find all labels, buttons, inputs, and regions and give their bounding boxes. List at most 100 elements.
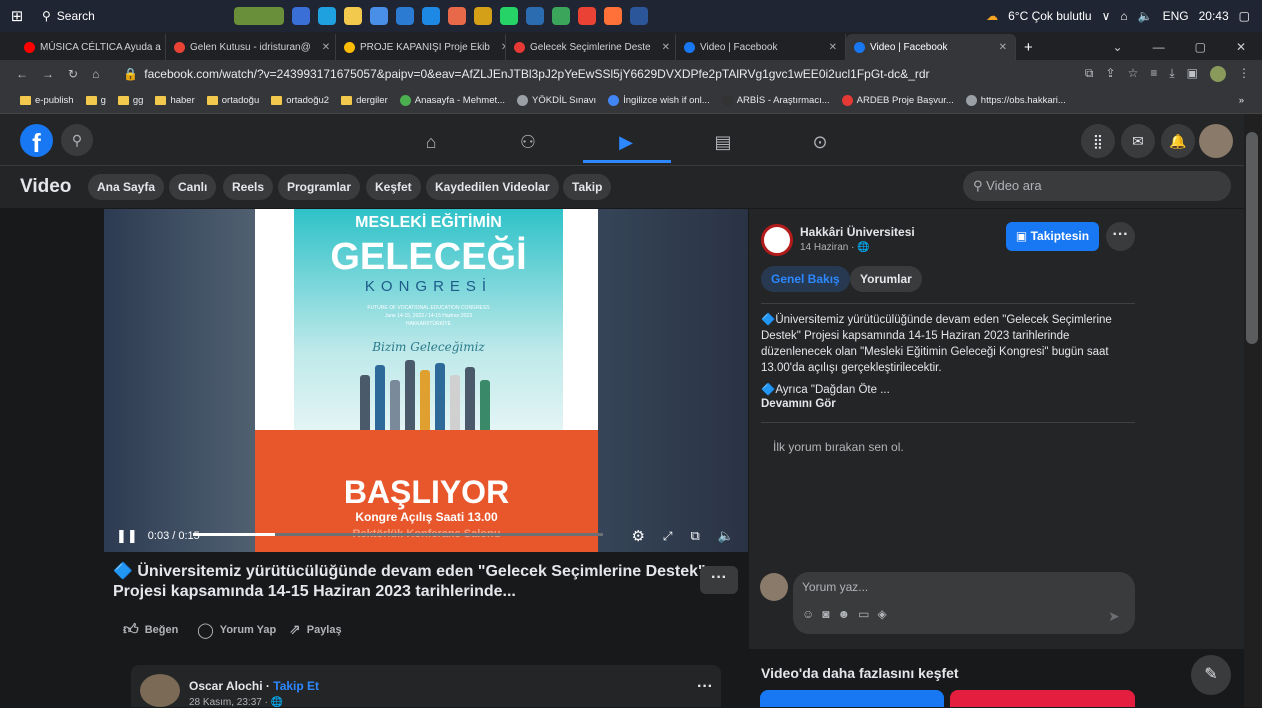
camera-icon[interactable]: ◙ (822, 607, 829, 621)
taskbar-widget-icon[interactable] (234, 7, 284, 25)
send-icon[interactable]: ➤ (1108, 608, 1120, 625)
gif-icon[interactable]: ▭ (858, 607, 869, 621)
bookmark-item[interactable]: gg (118, 95, 144, 106)
emoji-icon[interactable]: ☻ (838, 607, 851, 621)
new-tab-icon[interactable]: + (1016, 34, 1041, 60)
commenter-name[interactable]: Oscar Alochi · Takip Et (189, 679, 319, 693)
forward-icon[interactable]: → (42, 67, 54, 81)
explore-button-blue[interactable] (760, 690, 944, 707)
tab-kesfet[interactable]: Keşfet (366, 174, 421, 200)
close-window-icon[interactable]: ✕ (1236, 40, 1246, 54)
store-icon[interactable] (370, 7, 388, 25)
home-icon[interactable]: ⌂ (92, 67, 99, 81)
bookmark-item[interactable]: https://obs.hakkari... (966, 95, 1066, 106)
skype-icon[interactable] (422, 7, 440, 25)
tab-takip[interactable]: Takip (563, 174, 611, 200)
taskview-icon[interactable] (292, 7, 310, 25)
reading-list-icon[interactable]: ≡ (1150, 66, 1157, 82)
bookmark-item[interactable]: haber (155, 95, 194, 106)
edge-icon[interactable] (318, 7, 336, 25)
bell-icon[interactable]: 🔔 (1161, 124, 1195, 158)
tab-overview[interactable]: Genel Bakış (761, 266, 850, 292)
bookmark-item[interactable]: ortadoğu2 (271, 95, 329, 106)
search-icon[interactable]: ⚲ (61, 124, 93, 156)
bookmark-item[interactable]: e-publish (20, 95, 74, 106)
page-avatar[interactable] (761, 224, 793, 256)
commenter-avatar[interactable] (140, 674, 180, 707)
bookmark-item[interactable]: YÖKDİL Sınavı (517, 95, 596, 106)
bookmark-item[interactable]: ARBİS - Araştırmacı... (722, 95, 830, 106)
tab-reels[interactable]: Reels (223, 174, 273, 200)
tab-music[interactable]: MÚSICA CÉLTICA Ayuda a✕ (0, 34, 166, 60)
share-icon[interactable]: ⇪ (1106, 66, 1116, 82)
scrollbar-thumb[interactable] (1246, 132, 1258, 344)
bookmark-item[interactable]: g (86, 95, 106, 106)
maximize-icon[interactable]: ▢ (1195, 40, 1206, 54)
following-button[interactable]: ▣ Takiptesin (1006, 222, 1099, 251)
avatar-sticker-icon[interactable]: ☺ (802, 607, 814, 621)
star-icon[interactable]: ☆ (1128, 66, 1139, 82)
sticker-icon[interactable]: ◈ (878, 607, 887, 621)
follow-link[interactable]: Takip Et (273, 679, 319, 693)
notes-icon[interactable] (474, 7, 492, 25)
url-field[interactable]: 🔒 facebook.com/watch/?v=243993171675057&… (123, 67, 1085, 81)
share-button[interactable]: ⇗Paylaş (289, 621, 342, 638)
tab-gmail[interactable]: Gelen Kutusu - idristuran@✕ (166, 34, 336, 60)
video-nav-icon[interactable]: ▶ (596, 124, 656, 160)
outlook-icon[interactable] (526, 7, 544, 25)
windows-start-icon[interactable]: ⊞ (0, 7, 34, 25)
sidepanel-icon[interactable]: ▣ (1187, 66, 1198, 82)
explore-button-red[interactable] (950, 690, 1135, 707)
close-icon[interactable]: ✕ (656, 42, 670, 53)
messenger-icon[interactable]: ✉ (1121, 124, 1155, 158)
friends-nav-icon[interactable]: ⚇ (498, 124, 558, 160)
tab-kaydedilen[interactable]: Kaydedilen Videolar (426, 174, 559, 200)
download-icon[interactable]: ⤓ (1169, 66, 1174, 82)
tab-facebook-active[interactable]: Video | Facebook✕ (846, 34, 1016, 60)
whatsapp-icon[interactable] (500, 7, 518, 25)
fullscreen-icon[interactable]: ⤢ (663, 529, 673, 544)
page-name-link[interactable]: Hakkâri Üniversitesi (800, 225, 915, 239)
new-message-icon[interactable]: ✎ (1191, 655, 1231, 695)
tab-canli[interactable]: Canlı (169, 174, 216, 200)
pip-icon[interactable]: ⧉ (691, 528, 700, 544)
home-nav-icon[interactable]: ⌂ (401, 124, 461, 160)
tab-ana-sayfa[interactable]: Ana Sayfa (88, 174, 164, 200)
network-icon[interactable]: ⌂ (1120, 9, 1127, 23)
see-more-link[interactable]: Devamını Gör (761, 398, 836, 410)
close-icon[interactable]: ✕ (823, 42, 837, 53)
reload-icon[interactable]: ↻ (68, 67, 78, 81)
tab-comments[interactable]: Yorumlar (850, 266, 922, 292)
app-icon[interactable] (552, 7, 570, 25)
account-avatar[interactable] (1199, 124, 1233, 158)
firefox-icon[interactable] (604, 7, 622, 25)
install-icon[interactable]: ⧉ (1085, 66, 1094, 82)
card-more-button[interactable]: ··· (697, 678, 713, 696)
comment-button[interactable]: ◯Yorum Yap (197, 621, 276, 639)
close-icon[interactable]: ✕ (316, 42, 330, 53)
bookmark-item[interactable]: ARDEB Proje Başvur... (842, 95, 954, 106)
post-date[interactable]: 14 Haziran · 🌐 (800, 242, 870, 253)
back-icon[interactable]: ← (16, 67, 28, 81)
file-explorer-icon[interactable] (344, 7, 362, 25)
profile-avatar[interactable] (1210, 66, 1226, 82)
tab-project[interactable]: Gelecek Seçimlerine Deste✕ (506, 34, 676, 60)
app-icon[interactable] (448, 7, 466, 25)
pause-icon[interactable]: ❚❚ (116, 528, 138, 544)
like-button[interactable]: 👍︎Beğen (123, 621, 178, 639)
post-more-button[interactable]: ··· (1106, 222, 1135, 251)
close-icon[interactable]: ✕ (495, 42, 506, 53)
bookmark-item[interactable]: Anasayfa - Mehmet... (400, 95, 505, 106)
minimize-icon[interactable]: — (1153, 40, 1165, 54)
tab-programlar[interactable]: Programlar (278, 174, 360, 200)
video-search-input[interactable]: ⚲ Video ara (963, 171, 1231, 201)
chevron-up-icon[interactable]: ∨ (1102, 9, 1111, 23)
word-icon[interactable] (630, 7, 648, 25)
facebook-logo-icon[interactable]: f (20, 124, 53, 157)
menu-grid-icon[interactable]: ⣿ (1081, 124, 1115, 158)
tab-facebook[interactable]: Video | Facebook✕ (676, 34, 846, 60)
menu-icon[interactable]: ⋮ (1238, 66, 1250, 82)
bookmark-item[interactable]: ortadoğu (207, 95, 260, 106)
notification-icon[interactable]: ▢ (1239, 9, 1250, 23)
chrome-icon[interactable] (578, 7, 596, 25)
